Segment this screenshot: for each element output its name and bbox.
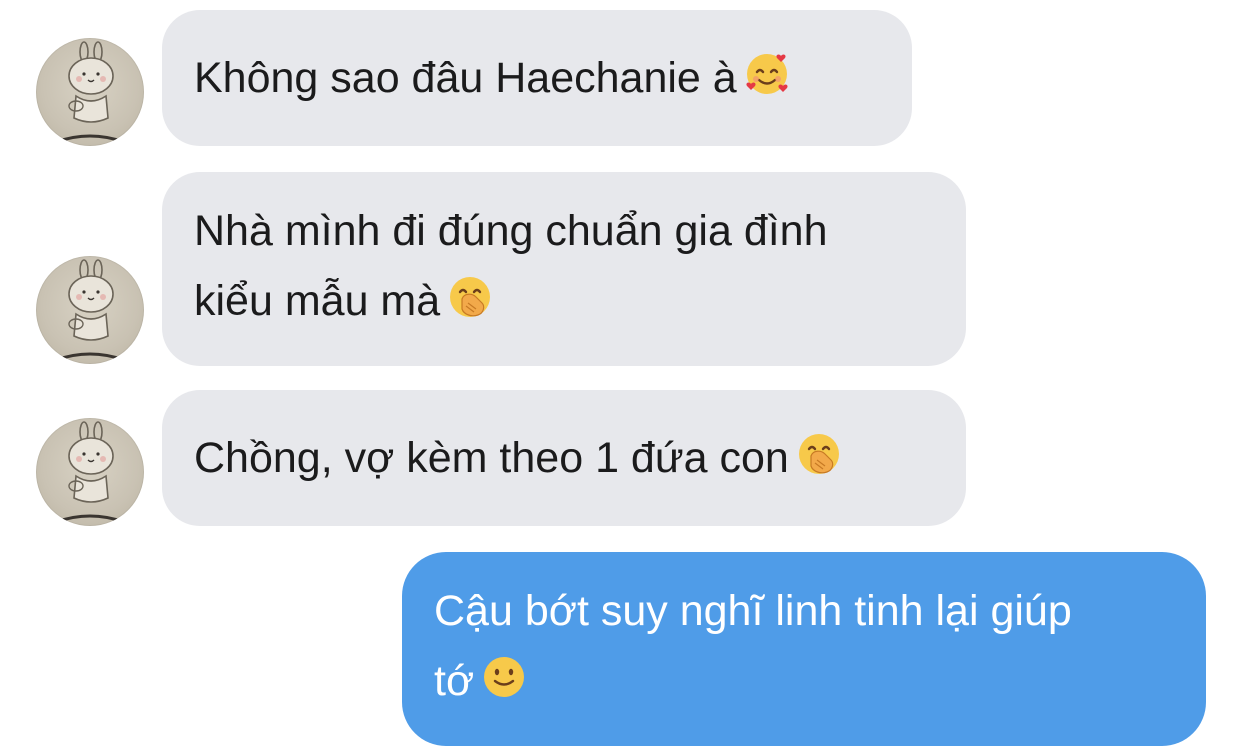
contact-avatar[interactable] bbox=[36, 256, 144, 364]
contact-avatar[interactable] bbox=[36, 38, 144, 146]
message-text-4-line-2: tớ bbox=[434, 657, 475, 705]
smiling-face-with-hearts-icon bbox=[746, 54, 788, 94]
message-bubble-3[interactable]: Chồng, vợ kèm theo 1 đứa con bbox=[162, 390, 966, 526]
bunny-sticker-icon bbox=[55, 41, 125, 144]
message-text-2-line-1: Nhà mình đi đúng chuẩn gia đình bbox=[194, 207, 828, 255]
bunny-sticker-icon bbox=[55, 421, 125, 524]
hand-over-mouth-icon bbox=[450, 277, 491, 317]
bunny-sticker-icon bbox=[55, 259, 125, 362]
message-bubble-1[interactable]: Không sao đâu Haechanie à bbox=[162, 10, 912, 146]
message-text-2-line-2: kiểu mẫu mà bbox=[194, 277, 441, 325]
message-bubble-4[interactable]: Cậu bớt suy nghĩ linh tinh lại giúp tớ bbox=[402, 552, 1206, 746]
message-text-1: Không sao đâu Haechanie à bbox=[194, 54, 737, 102]
hand-over-mouth-icon bbox=[798, 434, 839, 474]
contact-avatar[interactable] bbox=[36, 418, 144, 526]
message-text-3: Chồng, vợ kèm theo 1 đứa con bbox=[194, 434, 789, 482]
message-bubble-2[interactable]: Nhà mình đi đúng chuẩn gia đình kiểu mẫu… bbox=[162, 172, 966, 366]
chat-thread: Không sao đâu Haechanie à Nhà mình đi đú… bbox=[0, 0, 1242, 754]
slightly-smiling-face-icon bbox=[484, 657, 525, 697]
message-text-4-line-1: Cậu bớt suy nghĩ linh tinh lại giúp bbox=[434, 587, 1072, 635]
